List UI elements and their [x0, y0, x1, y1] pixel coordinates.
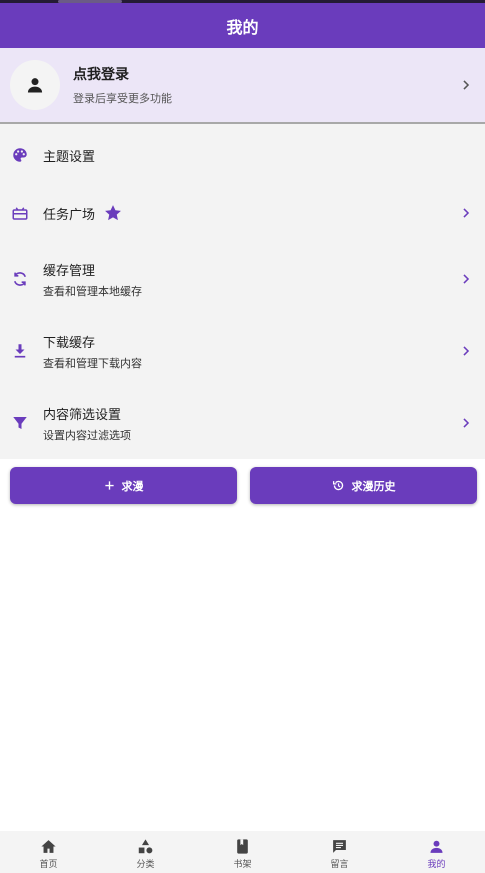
nav-item-home[interactable]: 首页: [0, 831, 97, 873]
menu-item-download[interactable]: 下载缓存 查看和管理下载内容: [0, 324, 485, 378]
person-icon: [430, 840, 443, 853]
chevron-right-icon: [463, 418, 470, 428]
nav-item-messages[interactable]: 留言: [291, 831, 388, 873]
menu-item-tasks[interactable]: 任务广场: [0, 186, 485, 240]
nav-item-bookshelf[interactable]: 书架: [194, 831, 291, 873]
star-icon: [105, 205, 121, 221]
page-title: 我的: [226, 17, 259, 37]
category-icon: [138, 839, 153, 854]
nav-label: 首页: [39, 860, 58, 870]
button-label: 求漫历史: [351, 479, 396, 493]
menu-item-sublabel: 查看和管理本地缓存: [43, 284, 142, 298]
menu-item-label: 内容筛选设置: [43, 407, 122, 423]
book-icon: [237, 839, 248, 854]
menu-item-label: 缓存管理: [43, 263, 96, 279]
nav-item-category[interactable]: 分类: [97, 831, 194, 873]
menu-item-filter[interactable]: 内容筛选设置 设置内容过滤选项: [0, 396, 485, 450]
chevron-right-icon: [463, 80, 470, 90]
menu-item-sublabel: 查看和管理下载内容: [43, 356, 142, 370]
login-title: 点我登录: [73, 67, 129, 83]
chevron-right-icon: [463, 346, 470, 356]
nav-label: 留言: [330, 860, 349, 870]
app-bar: 我的: [0, 3, 485, 48]
menu-item-cache[interactable]: 缓存管理 查看和管理本地缓存: [0, 252, 485, 306]
button-label: 求漫: [121, 479, 144, 493]
chevron-right-icon: [463, 208, 470, 218]
nav-label: 书架: [233, 860, 252, 870]
palette-icon: [13, 148, 27, 162]
nav-item-mine[interactable]: 我的: [388, 831, 485, 873]
filter-icon: [13, 417, 27, 429]
nav-label: 分类: [136, 860, 155, 870]
request-comic-button[interactable]: 求漫: [10, 467, 237, 504]
chevron-right-icon: [463, 274, 470, 284]
plus-icon: [104, 481, 114, 490]
menu-item-label: 下载缓存: [43, 335, 96, 351]
gift-icon: [12, 207, 28, 220]
download-icon: [14, 344, 26, 358]
request-history-button[interactable]: 求漫历史: [250, 467, 477, 504]
person-icon: [27, 78, 43, 93]
menu-item-theme[interactable]: 主题设置: [0, 124, 485, 186]
login-card[interactable]: 点我登录 登录后享受更多功能: [0, 48, 485, 124]
nav-label: 我的: [427, 860, 446, 870]
menu-item-label: 主题设置: [43, 149, 96, 165]
message-icon: [333, 840, 346, 853]
history-icon: [332, 480, 343, 491]
menu-item-sublabel: 设置内容过滤选项: [43, 428, 131, 442]
bottom-nav: 首页 分类 书架 留言 我的: [0, 831, 485, 873]
sync-icon: [13, 272, 27, 286]
settings-menu: 主题设置 任务广场 缓存管理 查看和管理本地缓存 下载缓存 查看和管理下载内容 …: [0, 124, 485, 459]
avatar: [10, 60, 60, 110]
login-subtitle: 登录后享受更多功能: [73, 92, 172, 105]
menu-item-label: 任务广场: [43, 207, 96, 223]
home-icon: [41, 840, 56, 853]
